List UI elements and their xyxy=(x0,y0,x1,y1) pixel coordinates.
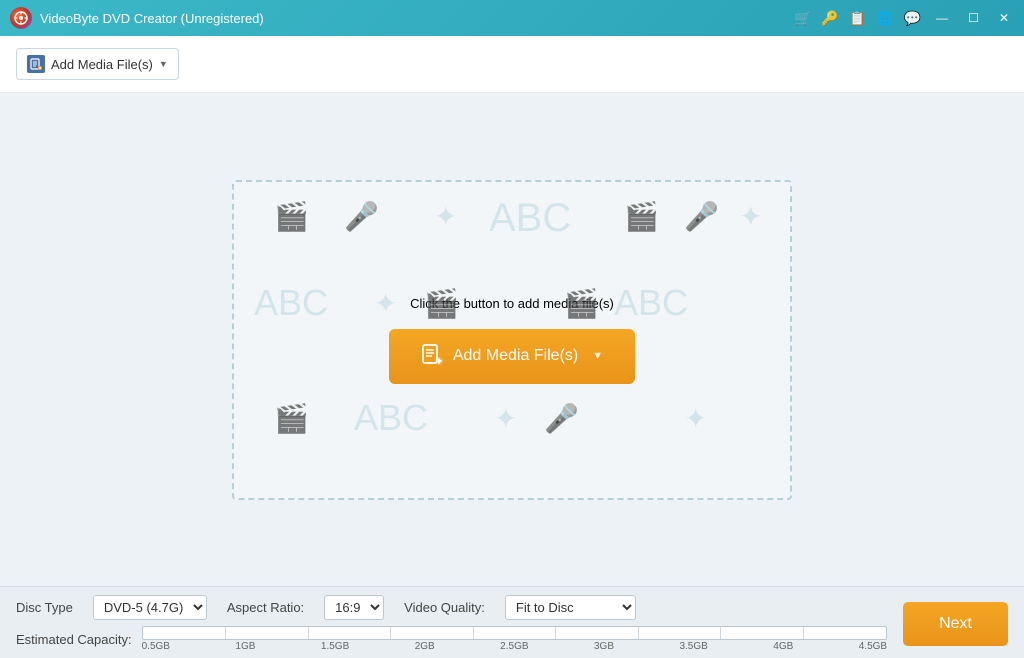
cap-label-2: 2GB xyxy=(415,641,435,652)
main-dropdown-arrow: ▼ xyxy=(592,350,603,362)
bottom-row2: Estimated Capacity: 0.5GB 1GB xyxy=(16,626,887,652)
tick-3.5gb xyxy=(720,627,721,639)
capacity-bar xyxy=(142,626,887,640)
wm-sparkle-icon-4: ✦ xyxy=(684,402,707,435)
titlebar-left: VideoByte DVD Creator (Unregistered) xyxy=(10,7,264,29)
estimated-capacity-label: Estimated Capacity: xyxy=(16,632,132,647)
tick-0.5gb xyxy=(225,627,226,639)
wm-mic-icon-3: 🎤 xyxy=(544,402,579,435)
toolbar: Add Media File(s) ▼ xyxy=(0,36,1024,93)
tick-1gb xyxy=(308,627,309,639)
wm-sparkle-icon-2: ✦ xyxy=(374,287,397,320)
toolbar-dropdown-arrow: ▼ xyxy=(159,59,168,69)
minimize-button[interactable]: — xyxy=(931,9,953,27)
wm-film-icon-2: 🎬 xyxy=(624,200,659,233)
bottom-controls-wrapper: Disc Type DVD-5 (4.7G) DVD-9 (8.5G) Aspe… xyxy=(16,595,1008,652)
drop-hint: Click the button to add media file(s) xyxy=(410,296,614,311)
bottom-left: Disc Type DVD-5 (4.7G) DVD-9 (8.5G) Aspe… xyxy=(16,595,887,652)
next-button[interactable]: Next xyxy=(903,602,1008,646)
drop-zone: 🎬 🎤 ✦ ABC 🎬 🎤 ✦ ABC ✦ 🎬 🎬 ABC 🎬 ABC ✦ 🎤 … xyxy=(232,180,792,500)
wm-abc-icon-4: ABC xyxy=(354,397,428,439)
wm-sparkle-icon-1: ✦ xyxy=(739,200,762,233)
add-media-main-button[interactable]: Add Media File(s) ▼ xyxy=(389,329,635,384)
cap-label-1.5: 1.5GB xyxy=(321,641,349,652)
wm-abc-icon-1: ABC xyxy=(489,196,571,241)
cap-label-3: 3GB xyxy=(594,641,614,652)
add-media-main-icon xyxy=(421,343,443,370)
disc-type-select[interactable]: DVD-5 (4.7G) DVD-9 (8.5G) xyxy=(93,595,207,620)
app-logo xyxy=(10,7,32,29)
wm-mic-icon-1: 🎤 xyxy=(344,200,379,233)
add-media-main-label: Add Media File(s) xyxy=(453,347,578,365)
cap-label-4: 4GB xyxy=(773,641,793,652)
tick-2gb xyxy=(473,627,474,639)
chat-icon[interactable]: 💬 xyxy=(904,10,921,27)
wm-abc-icon-3: ABC xyxy=(614,282,688,324)
wm-sparkle-icon-3: ✦ xyxy=(494,402,517,435)
wm-abc-icon-2: ABC xyxy=(254,282,328,324)
close-button[interactable]: ✕ xyxy=(994,9,1014,27)
wm-film-icon-5: 🎬 xyxy=(274,402,309,435)
tick-4gb xyxy=(803,627,804,639)
app-title: VideoByte DVD Creator (Unregistered) xyxy=(40,11,264,26)
file-icon[interactable]: 📋 xyxy=(849,10,866,27)
main-content: 🎬 🎤 ✦ ABC 🎬 🎤 ✦ ABC ✦ 🎬 🎬 ABC 🎬 ABC ✦ 🎤 … xyxy=(0,93,1024,586)
wm-star-icon-1: ✦ xyxy=(434,200,457,233)
tick-2.5gb xyxy=(555,627,556,639)
title-bar: VideoByte DVD Creator (Unregistered) 🛒 🔑… xyxy=(0,0,1024,36)
maximize-button[interactable]: ☐ xyxy=(963,9,984,27)
disc-type-label: Disc Type xyxy=(16,600,73,615)
key-icon[interactable]: 🔑 xyxy=(821,10,838,27)
titlebar-icons: 🛒 🔑 📋 🌐 💬 — ☐ ✕ xyxy=(794,9,1014,27)
cap-label-3.5: 3.5GB xyxy=(679,641,707,652)
cart-icon[interactable]: 🛒 xyxy=(794,10,811,27)
video-quality-select[interactable]: Fit to Disc High Quality Standard Qualit… xyxy=(505,595,636,620)
globe-icon[interactable]: 🌐 xyxy=(876,10,893,27)
video-quality-label: Video Quality: xyxy=(404,600,485,615)
aspect-ratio-select[interactable]: 16:9 4:3 xyxy=(324,595,384,620)
tick-3gb xyxy=(638,627,639,639)
add-media-toolbar-button[interactable]: Add Media File(s) ▼ xyxy=(16,48,179,80)
wm-mic-icon-2: 🎤 xyxy=(684,200,719,233)
bottom-bar: Disc Type DVD-5 (4.7G) DVD-9 (8.5G) Aspe… xyxy=(0,586,1024,658)
add-media-toolbar-label: Add Media File(s) xyxy=(51,57,153,72)
cap-label-0.5: 0.5GB xyxy=(142,641,170,652)
tick-1.5gb xyxy=(390,627,391,639)
capacity-bar-wrapper: 0.5GB 1GB 1.5GB 2GB 2.5GB 3GB 3.5GB 4GB … xyxy=(142,626,887,652)
aspect-ratio-label: Aspect Ratio: xyxy=(227,600,304,615)
cap-label-1: 1GB xyxy=(235,641,255,652)
add-media-toolbar-icon xyxy=(27,55,45,73)
cap-label-4.5: 4.5GB xyxy=(859,641,887,652)
cap-label-2.5: 2.5GB xyxy=(500,641,528,652)
wm-film-icon-1: 🎬 xyxy=(274,200,309,233)
bottom-row1: Disc Type DVD-5 (4.7G) DVD-9 (8.5G) Aspe… xyxy=(16,595,887,620)
capacity-labels: 0.5GB 1GB 1.5GB 2GB 2.5GB 3GB 3.5GB 4GB … xyxy=(142,641,887,652)
